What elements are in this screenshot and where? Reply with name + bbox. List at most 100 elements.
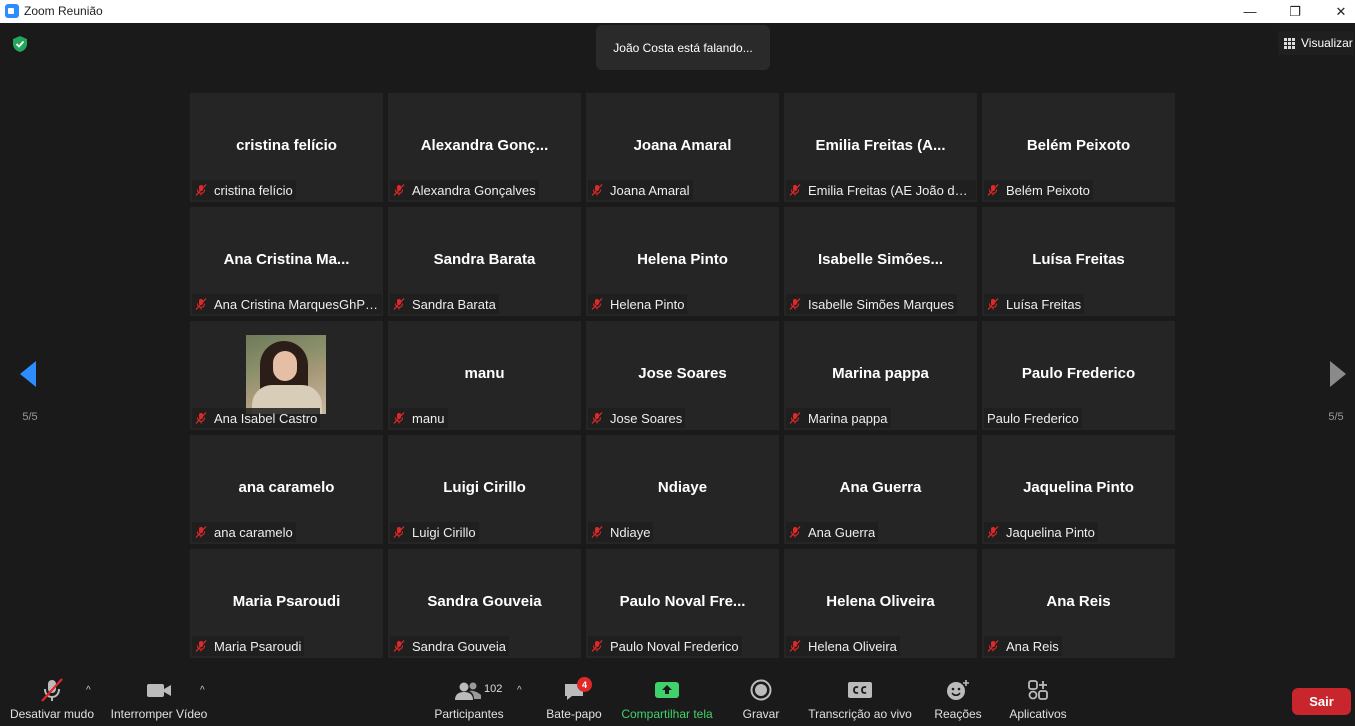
mic-off-icon (789, 298, 801, 310)
participant-name-label: Belém Peixoto (1006, 182, 1090, 198)
participants-button[interactable]: 102 Participantes (432, 673, 506, 726)
participant-display-name: Belém Peixoto (1026, 137, 1131, 154)
participant-name-label: Sandra Gouveia (412, 638, 506, 654)
view-button[interactable]: Visualizar (1278, 31, 1354, 55)
participant-name-tag: Sandra Barata (390, 294, 499, 314)
participant-display-name: Emilia Freitas (A... (815, 137, 946, 154)
participant-display-name: Ana Guerra (839, 479, 922, 496)
participant-tile[interactable]: Luigi Cirillo Luigi Cirillo (388, 435, 581, 544)
record-label: Gravar (742, 707, 780, 721)
reactions-button[interactable]: Reações (930, 673, 986, 726)
participant-tile[interactable]: cristina felício cristina felício (190, 93, 383, 202)
participant-tile[interactable]: Isabelle Simões... Isabelle Simões Marque… (784, 207, 977, 316)
mic-off-icon (195, 640, 207, 652)
participant-tile[interactable]: Sandra Gouveia Sandra Gouveia (388, 549, 581, 658)
minimize-button[interactable]: — (1227, 0, 1273, 23)
participant-name-label: cristina felício (214, 182, 293, 198)
participant-display-name: manu (464, 365, 505, 382)
participant-tile[interactable]: ana caramelo ana caramelo (190, 435, 383, 544)
participant-tile[interactable]: Sandra Barata Sandra Barata (388, 207, 581, 316)
participant-name-tag: Paulo Frederico (984, 408, 1082, 428)
participant-tile[interactable]: Jose Soares Jose Soares (586, 321, 779, 430)
participant-tile[interactable]: Maria Psaroudi Maria Psaroudi (190, 549, 383, 658)
mic-off-icon (591, 298, 603, 310)
apps-button[interactable]: Aplicativos (1004, 673, 1072, 726)
participant-name-label: Paulo Noval Frederico (610, 638, 739, 654)
stop-video-button[interactable]: Interromper Vídeo (108, 673, 210, 726)
chat-button[interactable]: 4 Bate-papo (542, 673, 606, 726)
title-bar: Zoom Reunião — ❐ ✕ (0, 0, 1355, 23)
apps-icon (1028, 680, 1048, 700)
record-icon (750, 679, 772, 701)
participant-tile[interactable]: Helena Oliveira Helena Oliveira (784, 549, 977, 658)
participant-name-tag: Isabelle Simões Marques (786, 294, 957, 314)
participant-tile[interactable]: Belém Peixoto Belém Peixoto (982, 93, 1175, 202)
participant-name-tag: Jaquelina Pinto (984, 522, 1098, 542)
mic-off-icon (591, 640, 603, 652)
participant-name-label: ana caramelo (214, 524, 293, 540)
participant-name-tag: Ana Reis (984, 636, 1062, 656)
participant-display-name: Sandra Barata (433, 251, 536, 268)
leave-button[interactable]: Sair (1292, 688, 1351, 715)
participant-tile[interactable]: Helena Pinto Helena Pinto (586, 207, 779, 316)
participant-tile[interactable]: Jaquelina Pinto Jaquelina Pinto (982, 435, 1175, 544)
share-screen-button[interactable]: Compartilhar tela (618, 673, 716, 726)
participant-name-tag: Jose Soares (588, 408, 686, 428)
chat-label: Bate-papo (546, 707, 602, 721)
mic-off-icon (987, 298, 999, 310)
active-speaker-banner: João Costa está falando... (596, 25, 770, 70)
participant-name-tag: manu (390, 408, 448, 428)
participant-tile[interactable]: manu manu (388, 321, 581, 430)
unmute-button[interactable]: Desativar mudo (8, 673, 96, 726)
video-options-chevron-icon[interactable]: ^ (200, 685, 205, 696)
live-transcription-label: Transcrição ao vivo (808, 707, 912, 721)
record-button[interactable]: Gravar (738, 673, 784, 726)
arrow-right-icon (1330, 361, 1346, 387)
participants-options-chevron-icon[interactable]: ^ (517, 685, 522, 696)
participant-display-name: Ana Reis (1046, 593, 1111, 610)
participant-tile[interactable]: Joana Amaral Joana Amaral (586, 93, 779, 202)
camera-icon (147, 684, 171, 697)
participant-tile[interactable]: Marina pappa Marina pappa (784, 321, 977, 430)
participant-tile[interactable]: Alexandra Gonç... Alexandra Gonçalves (388, 93, 581, 202)
participant-tile[interactable]: Ana Cristina Ma... Ana Cristina MarquesGh… (190, 207, 383, 316)
participant-tile[interactable]: Ana Reis Ana Reis (982, 549, 1175, 658)
participant-display-name: Ana Cristina Ma... (223, 251, 350, 268)
cc-icon (848, 682, 872, 698)
participant-tile[interactable]: Emilia Freitas (A... Emilia Freitas (AE J… (784, 93, 977, 202)
mic-off-icon (591, 412, 603, 424)
mic-off-icon (195, 298, 207, 310)
participant-tile[interactable]: Ndiaye Ndiaye (586, 435, 779, 544)
shield-check-icon[interactable] (12, 35, 28, 53)
restore-button[interactable]: ❐ (1272, 0, 1318, 23)
participant-display-name: Sandra Gouveia (427, 593, 542, 610)
participant-tile[interactable]: Luísa Freitas Luísa Freitas (982, 207, 1175, 316)
mic-off-icon (195, 526, 207, 538)
participant-name-tag: Joana Amaral (588, 180, 693, 200)
participant-name-label: Paulo Frederico (987, 410, 1079, 426)
participant-display-name: Maria Psaroudi (232, 593, 341, 610)
previous-page-button[interactable]: 5/5 (0, 333, 60, 443)
participant-tile[interactable]: Paulo Noval Fre... Paulo Noval Frederico (586, 549, 779, 658)
live-transcription-button[interactable]: Transcrição ao vivo (806, 673, 914, 726)
participant-name-label: Helena Oliveira (808, 638, 897, 654)
participant-name-tag: Sandra Gouveia (390, 636, 509, 656)
audio-options-chevron-icon[interactable]: ^ (86, 685, 91, 696)
mic-off-icon (195, 412, 207, 424)
mic-off-icon (987, 184, 999, 196)
participant-name-label: Maria Psaroudi (214, 638, 302, 654)
participant-name-tag: Luigi Cirillo (390, 522, 479, 542)
participant-name-tag: Ndiaye (588, 522, 654, 542)
participant-name-label: manu (412, 410, 445, 426)
participant-display-name: Paulo Frederico (1021, 365, 1136, 382)
stop-video-label: Interromper Vídeo (110, 707, 208, 721)
close-button[interactable]: ✕ (1318, 0, 1355, 23)
meeting-toolbar: Desativar mudo ^ Interromper Vídeo ^ 102… (0, 673, 1355, 726)
participant-tile[interactable]: Ana Guerra Ana Guerra (784, 435, 977, 544)
unmute-label: Desativar mudo (9, 707, 95, 721)
next-page-button[interactable]: 5/5 (1306, 333, 1355, 443)
participant-display-name: Jose Soares (638, 365, 727, 382)
people-icon (455, 682, 481, 700)
participant-tile[interactable]: Ana Isabel Castro (190, 321, 383, 430)
participant-tile[interactable]: Paulo Frederico Paulo Frederico (982, 321, 1175, 430)
